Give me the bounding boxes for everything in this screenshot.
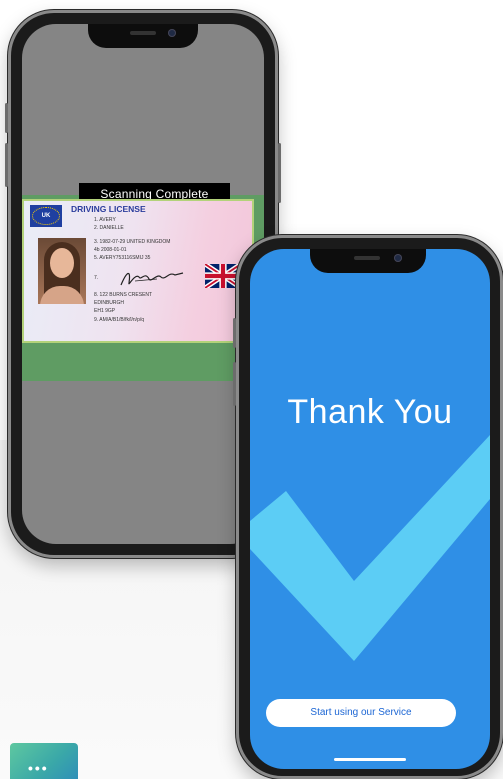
license-photo [38,238,86,304]
license-line: 1. AVERY [94,217,116,223]
phone-mockup-thank-you: Thank You Start using our Service [233,235,503,779]
license-line: 3. 1982-07-29 UNITED KINGDOM [94,239,171,245]
license-line: 9. AM/A/B1/B/fk/l/n/p/q [94,317,145,323]
license-line: 7. [94,275,99,281]
phone-side-button [278,143,281,203]
speaker-grille [130,31,156,35]
phone-side-button [233,362,236,406]
thank-you-heading: Thank You [287,393,453,431]
signature-icon [120,272,184,286]
license-line: EH1 9GP [94,308,116,314]
license-line: 4b 2008-01-01 [94,247,127,253]
license-line: EDINBURGH [94,300,125,306]
phone-side-button [5,143,8,187]
eu-flag-icon: UK [30,205,62,227]
driving-license-card: UK DRIVING LICENSE 1. AVERY 2. DANIELLE … [22,199,254,343]
start-using-service-button[interactable]: Start using our Service [266,699,456,727]
license-title: DRIVING LICENSE [71,204,146,214]
home-indicator [334,758,406,761]
front-camera [394,254,402,262]
license-line: 2. DANIELLE [94,225,124,231]
phone-notch [88,24,198,48]
phone-side-button [233,318,236,348]
more-dots-icon: ••• [28,760,49,776]
checkmark-icon [250,435,490,661]
speaker-grille [354,256,380,260]
license-line: 5. AVERY753116SMIJ 35 [94,255,151,261]
phone-side-button [5,103,8,133]
license-line: 8. 122 BURNS CRESENT [94,292,153,298]
phone-notch [310,249,426,273]
chat-widget-button[interactable]: ••• [10,743,78,779]
thank-you-screen: Thank You Start using our Service [250,249,490,769]
front-camera [168,29,176,37]
